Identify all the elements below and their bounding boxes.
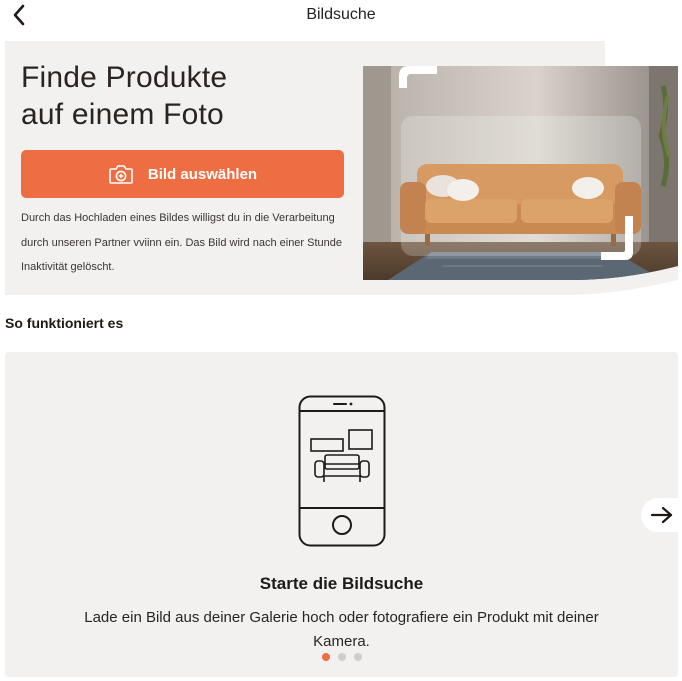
step-title: Starte die Bildsuche xyxy=(259,574,424,593)
step-description: Lade ein Bild aus deiner Galerie hoch od… xyxy=(84,609,599,650)
carousel-dot-1[interactable] xyxy=(321,653,330,661)
select-image-button[interactable]: Bild auswählen xyxy=(21,150,344,198)
camera-plus-icon xyxy=(109,165,133,184)
how-it-works-card: Starte die Bildsuche Lade ein Bild aus d… xyxy=(5,352,678,677)
carousel-next-button[interactable] xyxy=(641,498,682,532)
phone-illustration-icon xyxy=(298,395,386,547)
hero-disclaimer: Durch das Hochladen eines Bildes willigs… xyxy=(21,212,343,273)
sofa-photo xyxy=(363,66,678,281)
hero-title-line2: auf einem Foto xyxy=(21,98,224,131)
hero-title: Finde Produkte auf einem Foto xyxy=(21,59,227,133)
header: Bildsuche xyxy=(0,0,682,30)
section-title: So funktioniert es xyxy=(5,315,124,331)
carousel-dot-3[interactable] xyxy=(353,653,362,661)
carousel-dot-2[interactable] xyxy=(337,653,346,661)
carousel-pagination xyxy=(5,653,678,661)
hero-title-line1: Finde Produkte xyxy=(21,61,228,94)
page-title: Bildsuche xyxy=(306,6,376,23)
select-image-label: Bild auswählen xyxy=(147,165,258,183)
hero-panel: Finde Produkte auf einem Foto Bild auswä… xyxy=(5,41,678,295)
arrow-right-icon xyxy=(650,506,672,524)
